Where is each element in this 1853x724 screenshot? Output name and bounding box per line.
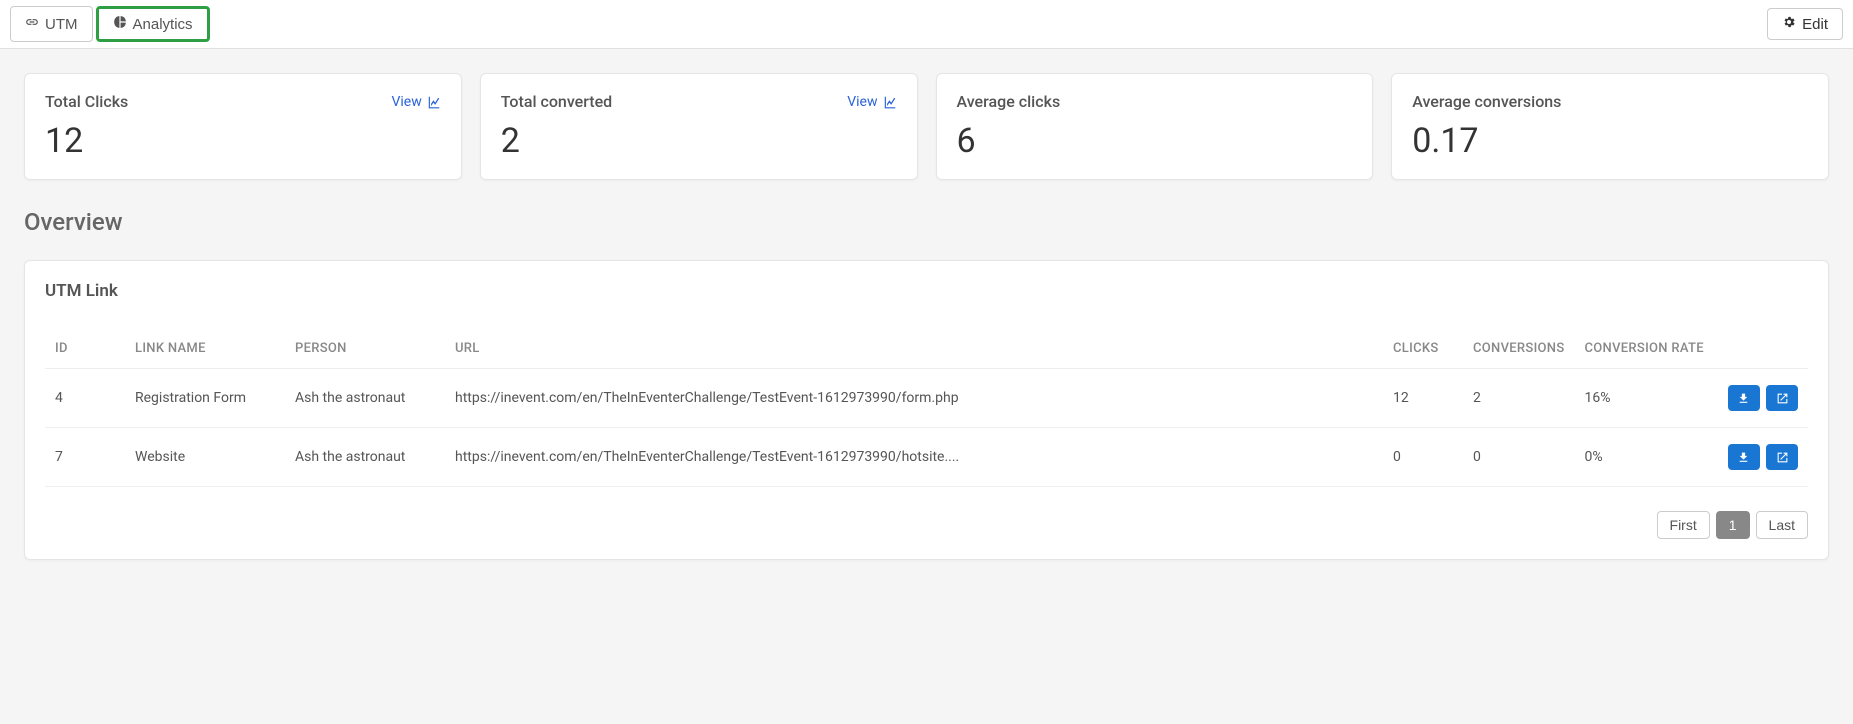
tab-analytics[interactable]: Analytics [96,6,210,42]
view-link-label: View [391,94,421,110]
chart-icon [427,95,441,109]
panel-title: UTM Link [45,281,1808,301]
view-link[interactable]: View [391,94,440,110]
cell-actions [1715,428,1808,487]
pagination: First 1 Last [45,511,1808,539]
cell-conversions: 0 [1463,428,1575,487]
download-icon [1737,451,1750,464]
cell-url: https://inevent.com/en/TheInEventerChall… [445,428,1383,487]
stat-value: 6 [957,121,1353,161]
pagination-last[interactable]: Last [1756,511,1808,539]
open-button[interactable] [1766,385,1798,411]
open-button[interactable] [1766,444,1798,470]
external-link-icon [1776,392,1789,405]
pagination-page-1[interactable]: 1 [1716,511,1750,539]
chart-icon [883,95,897,109]
download-icon [1737,392,1750,405]
tab-utm[interactable]: UTM [10,6,93,42]
stat-card-total-clicks: Total Clicks View 12 [24,73,462,180]
tab-utm-label: UTM [45,16,78,33]
download-button[interactable] [1728,385,1760,411]
stat-title: Average conversions [1412,92,1561,111]
utm-link-panel: UTM Link ID LINK NAME PERSON URL CLICKS … [24,260,1829,560]
stat-title: Total Clicks [45,92,128,111]
view-link[interactable]: View [847,94,896,110]
stat-card-average-conversions: Average conversions 0.17 [1391,73,1829,180]
utm-table: ID LINK NAME PERSON URL CLICKS CONVERSIO… [45,329,1808,487]
cell-actions [1715,369,1808,428]
cell-clicks: 12 [1383,369,1463,428]
table-header-row: ID LINK NAME PERSON URL CLICKS CONVERSIO… [45,329,1808,369]
edit-button[interactable]: Edit [1767,8,1843,40]
stat-row: Total Clicks View 12 Total converted Vie… [24,73,1829,180]
col-link-name: LINK NAME [125,329,285,369]
gear-icon [1782,15,1796,33]
pie-chart-icon [113,15,127,33]
cell-url: https://inevent.com/en/TheInEventerChall… [445,369,1383,428]
cell-conversion-rate: 16% [1575,369,1715,428]
col-id: ID [45,329,125,369]
stat-card-total-converted: Total converted View 2 [480,73,918,180]
col-actions [1715,329,1808,369]
col-conversion-rate: CONVERSION RATE [1575,329,1715,369]
tab-analytics-label: Analytics [133,16,193,33]
stat-value: 12 [45,121,441,161]
cell-conversion-rate: 0% [1575,428,1715,487]
cell-id: 7 [45,428,125,487]
top-bar: UTM Analytics Edit [0,0,1853,49]
pagination-first[interactable]: First [1657,511,1710,539]
col-person: PERSON [285,329,445,369]
cell-id: 4 [45,369,125,428]
link-icon [25,15,39,33]
cell-person: Ash the astronaut [285,428,445,487]
cell-conversions: 2 [1463,369,1575,428]
col-url: URL [445,329,1383,369]
tab-group: UTM Analytics [10,6,210,42]
stat-value: 0.17 [1412,121,1808,161]
external-link-icon [1776,451,1789,464]
cell-person: Ash the astronaut [285,369,445,428]
cell-link-name: Registration Form [125,369,285,428]
col-clicks: CLICKS [1383,329,1463,369]
content-area: Total Clicks View 12 Total converted Vie… [0,49,1853,584]
cell-clicks: 0 [1383,428,1463,487]
table-row[interactable]: 7 Website Ash the astronaut https://inev… [45,428,1808,487]
download-button[interactable] [1728,444,1760,470]
edit-button-label: Edit [1802,16,1828,33]
col-conversions: CONVERSIONS [1463,329,1575,369]
stat-card-average-clicks: Average clicks 6 [936,73,1374,180]
stat-title: Total converted [501,92,612,111]
overview-title: Overview [24,208,1829,236]
table-row[interactable]: 4 Registration Form Ash the astronaut ht… [45,369,1808,428]
stat-title: Average clicks [957,92,1061,111]
view-link-label: View [847,94,877,110]
stat-value: 2 [501,121,897,161]
cell-link-name: Website [125,428,285,487]
